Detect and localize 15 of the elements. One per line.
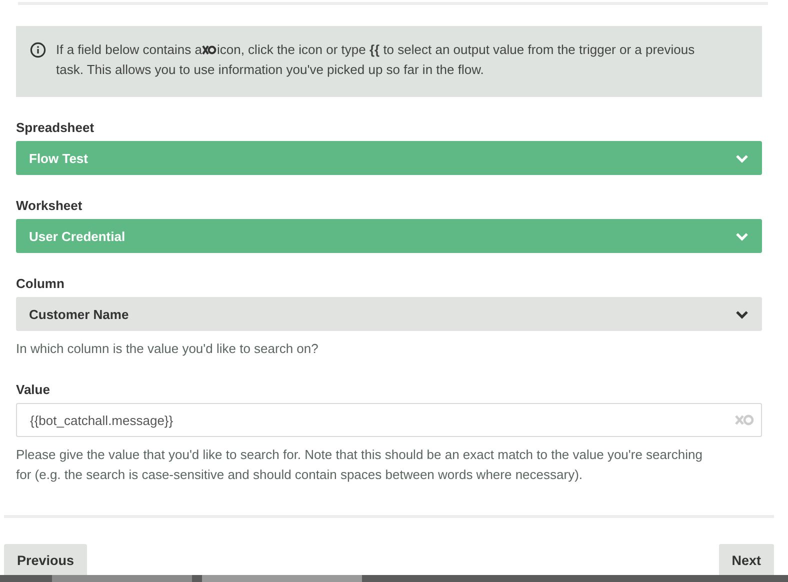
field-label: Column	[16, 276, 66, 291]
field-label: Value	[16, 382, 51, 397]
next-button[interactable]: Next	[718, 544, 774, 577]
field-label: Spreadsheet	[16, 120, 96, 135]
chevron-down-icon	[735, 154, 749, 162]
info-text: If a field below contains a icon, click the icon or type {{ to select an output value from the trigger or a previous task. This allows you to use information you've picked up so far in the flow.	[56, 41, 696, 79]
chevron-down-icon	[735, 310, 749, 318]
help-text: In which column is the value you'd like to search on?	[16, 340, 320, 358]
chevron-down-icon	[735, 232, 749, 240]
info-icon	[30, 42, 46, 58]
help-text: Please give the value that you'd like to search for. Note that this should be an exact match to the value you're searching for (e.g. the search is case-sensitive and should contain spaces between words where necessary).	[16, 446, 704, 484]
input-field[interactable]: {{bot_catchall.message}}	[16, 403, 762, 437]
select-field[interactable]: Customer Name	[16, 297, 762, 331]
field-label: Worksheet	[16, 198, 84, 213]
previous-button[interactable]: Previous	[4, 544, 88, 577]
